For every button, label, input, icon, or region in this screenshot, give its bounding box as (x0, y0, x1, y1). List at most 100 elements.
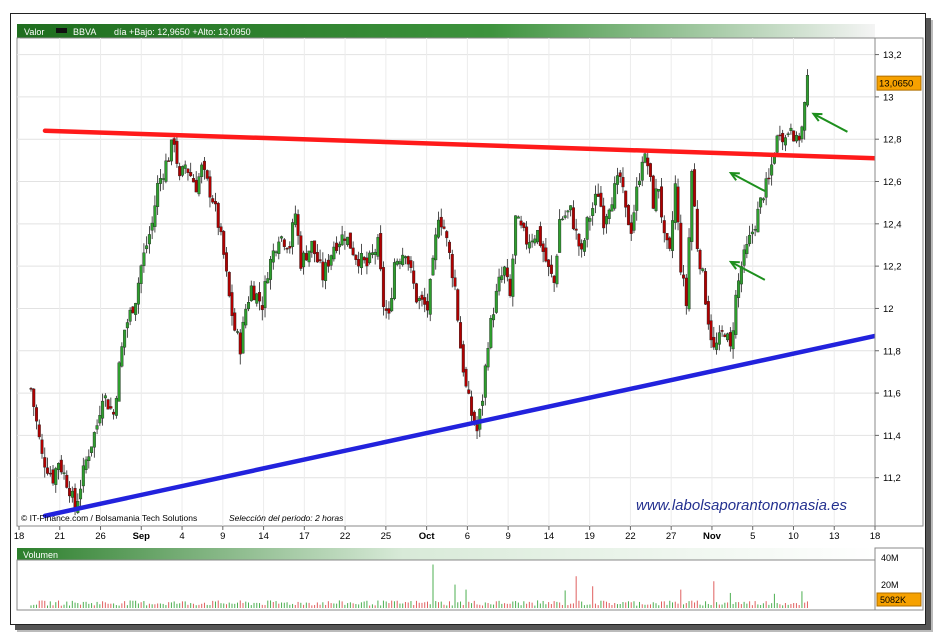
candle-body (599, 192, 603, 207)
candle-body (112, 411, 116, 415)
candle-body (258, 292, 262, 302)
candle-body (591, 208, 595, 216)
candle-body (362, 257, 366, 261)
candle-body (624, 190, 628, 208)
candle-body (750, 231, 754, 235)
candle-body (156, 182, 160, 207)
candle-body (81, 465, 85, 487)
candle-body (282, 239, 286, 247)
candle-body (770, 164, 774, 176)
candle-body (775, 135, 779, 153)
candle-body (403, 256, 407, 259)
candle-body (715, 342, 719, 350)
x-tick-label: 9 (505, 531, 510, 542)
candle-body (208, 176, 212, 198)
candle-body (783, 137, 787, 146)
candle-body (164, 160, 168, 182)
candle-body (563, 215, 567, 218)
x-tick-label: 14 (544, 531, 555, 542)
candle-body (340, 234, 344, 246)
candle-body (673, 183, 677, 223)
candle-body (384, 308, 388, 311)
y-tick-label: 11,6 (883, 389, 901, 400)
candle-body (475, 424, 479, 432)
candle-body (687, 237, 691, 310)
candle-body (244, 308, 248, 326)
price-axis (874, 37, 924, 527)
candle-body (348, 232, 352, 249)
candle-body (533, 238, 537, 244)
candle-body (552, 275, 556, 283)
candle-body (277, 241, 281, 254)
candle-body (676, 186, 680, 223)
candle-body (186, 168, 190, 173)
candle-body (615, 175, 619, 185)
candle-body (128, 309, 132, 322)
candle-body (288, 246, 292, 249)
candle-body (101, 400, 105, 419)
candle-body (654, 188, 658, 211)
candle-body (723, 334, 727, 337)
candle-body (470, 396, 474, 416)
candle-body (588, 218, 592, 222)
candle-body (629, 222, 633, 234)
candle-body (414, 283, 418, 303)
candle-body (585, 217, 589, 240)
candle-body (492, 314, 496, 321)
candle-body (29, 388, 33, 390)
candle-body (701, 268, 705, 271)
candle-body (84, 459, 88, 470)
candle-body (425, 301, 429, 311)
x-tick-label: 4 (179, 531, 184, 542)
candle-body (125, 322, 129, 329)
header-ticker: BBVA (73, 27, 96, 37)
candle-body (717, 332, 721, 345)
candle-body (216, 203, 220, 228)
candle-body (395, 260, 399, 265)
candle-body (136, 282, 140, 305)
credit-text: © IT-Finance.com / Bolsamania Tech Solut… (21, 513, 197, 523)
candle-body (117, 362, 121, 402)
y-tick-label: 11,8 (883, 346, 901, 357)
candle-body (767, 177, 771, 180)
x-tick-label: Oct (419, 531, 436, 542)
candle-body (370, 252, 374, 255)
volume-header (17, 548, 875, 560)
candle-body (514, 215, 518, 256)
candle-body (222, 231, 226, 255)
y-tick-label: 13,2 (883, 50, 902, 61)
candle-body (582, 240, 586, 252)
x-tick-label: 21 (54, 531, 65, 542)
candle-body (459, 322, 463, 349)
header-valor-label: Valor (24, 27, 44, 37)
candle-body (106, 399, 110, 410)
candle-body (296, 214, 300, 236)
candle-body (43, 457, 47, 468)
candle-body (544, 247, 548, 262)
candle-body (95, 425, 99, 430)
price-panel (16, 37, 876, 527)
candle-body (503, 266, 507, 276)
candle-body (434, 234, 438, 261)
candle-body (621, 177, 625, 188)
candle-body (536, 230, 540, 243)
candle-body (753, 229, 757, 231)
candle-body (489, 317, 493, 348)
candle-body (549, 264, 553, 274)
candle-body (145, 245, 149, 250)
candle-body (637, 180, 641, 186)
candle-body (57, 463, 61, 470)
candle-body (32, 388, 36, 407)
x-tick-label: Nov (703, 531, 722, 542)
candle-body (321, 261, 325, 281)
candle-body (530, 240, 534, 243)
candle-body (602, 205, 606, 229)
y-tick-label: 11,4 (883, 431, 901, 442)
candle-body (439, 216, 443, 228)
candle-body (646, 157, 650, 167)
candle-body (720, 330, 724, 332)
candle-body (442, 226, 446, 229)
candle-body (169, 139, 173, 162)
candle-body (453, 277, 457, 287)
candle-body (302, 252, 306, 268)
